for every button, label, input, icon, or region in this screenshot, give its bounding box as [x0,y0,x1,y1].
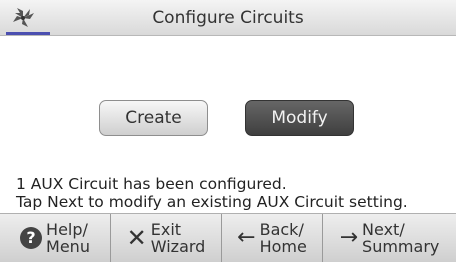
status-message: 1 AUX Circuit has been configured. Tap N… [16,175,446,211]
help-icon: ? [20,227,43,249]
back-label-line2: Home [259,237,307,256]
arrow-left-icon: ← [237,225,256,250]
next-summary-button[interactable]: → Next/ Summary [323,214,456,262]
help-label-line2: Menu [46,237,90,256]
create-button[interactable]: Create [99,100,208,136]
home-indicator [6,32,50,35]
exit-label-line2: Wizard [150,237,206,256]
exit-wizard-button[interactable]: ✕ Exit Wizard [111,214,222,262]
close-icon: ✕ [126,224,147,252]
page-title: Configure Circuits [152,8,304,28]
footer-nav: ? Help/ Menu ✕ Exit Wizard ← Back/ Home [0,213,456,262]
back-home-button[interactable]: ← Back/ Home [222,214,323,262]
arrow-right-icon: → [339,225,359,250]
next-label-line2: Summary [362,237,440,256]
exit-label-line1: Exit [150,220,182,239]
back-label-line1: Back/ [259,220,304,239]
screen: Configure Circuits Create Modify 1 AUX C… [0,0,456,262]
help-label-line1: Help/ [46,220,88,239]
next-label-line1: Next/ [362,220,405,239]
help-menu-button[interactable]: ? Help/ Menu [0,214,111,262]
message-line-1: 1 AUX Circuit has been configured. [16,175,287,193]
modify-button[interactable]: Modify [245,100,354,136]
title-bar: Configure Circuits [0,0,456,36]
message-line-2: Tap Next to modify an existing AUX Circu… [16,193,408,211]
